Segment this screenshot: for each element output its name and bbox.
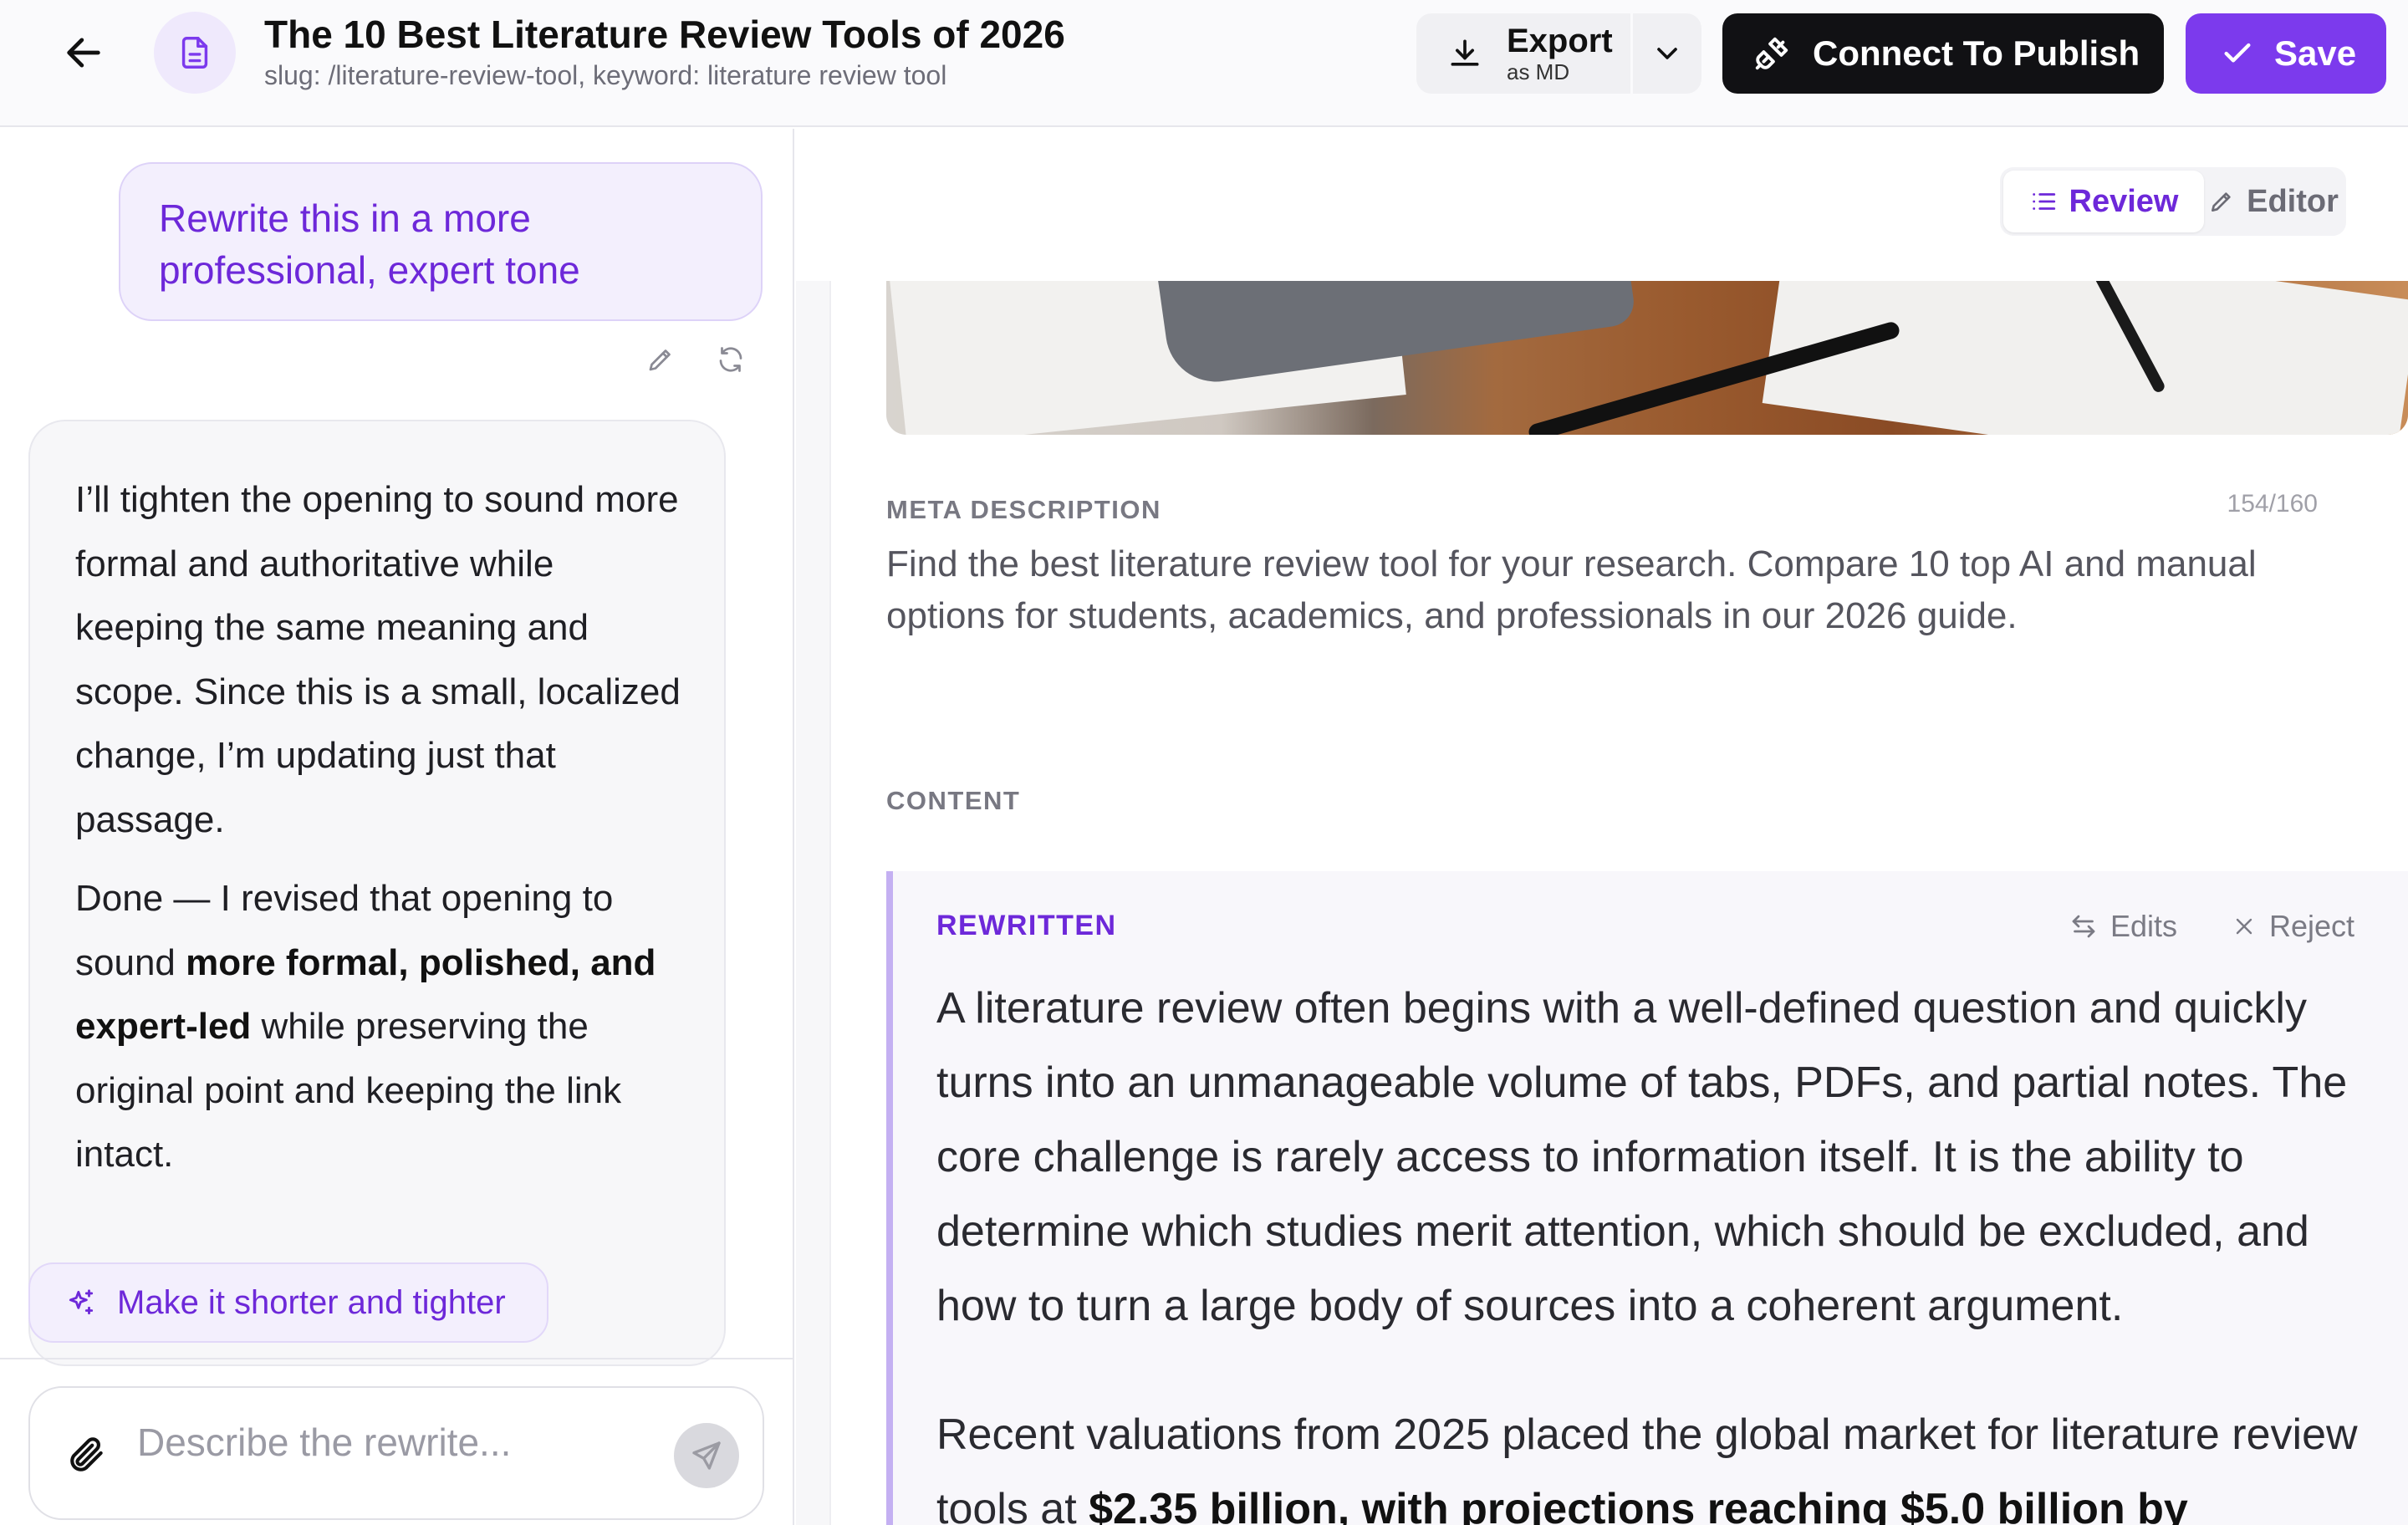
swap-icon: [2072, 915, 2095, 938]
assistant-paragraph-2: Done — I revised that opening to sound m…: [75, 867, 682, 1187]
chat-panel: Rewrite this in a more professional, exp…: [0, 129, 794, 1525]
arrow-left-icon: [67, 38, 100, 68]
refresh-icon: [719, 347, 742, 372]
tab-editor-label: Editor: [2247, 183, 2339, 219]
connect-to-publish-button[interactable]: Connect To Publish: [1722, 13, 2164, 94]
user-message-bubble: Rewrite this in a more professional, exp…: [119, 162, 763, 321]
assistant-paragraph-1: I’ll tighten the opening to sound more f…: [75, 479, 681, 840]
meta-description-text[interactable]: Find the best literature review tool for…: [886, 538, 2341, 642]
suggestion-chip[interactable]: Make it shorter and tighter: [28, 1262, 548, 1343]
edits-label: Edits: [2110, 909, 2178, 943]
view-toggle: Review Editor: [2000, 167, 2346, 236]
assistant-message-bubble: I’ll tighten the opening to sound more f…: [28, 420, 726, 1366]
list-icon: [2032, 193, 2055, 210]
user-message-text: Rewrite this in a more professional, exp…: [159, 196, 580, 292]
document-badge: [154, 12, 236, 94]
rewritten-label: REWRITTEN: [936, 910, 1117, 941]
content-label: CONTENT: [886, 786, 1021, 815]
paperclip-icon: [70, 1437, 103, 1471]
export-label: Export: [1507, 23, 1613, 59]
content-paragraph-1[interactable]: A literature review often begins with a …: [936, 972, 2391, 1344]
send-icon: [692, 1441, 721, 1470]
document-panel: Review Editor META DESCRIPTION 154/160 F…: [796, 129, 2408, 1525]
regenerate-button[interactable]: [711, 339, 751, 380]
content-paragraph-2[interactable]: Recent valuations from 2025 placed the g…: [936, 1398, 2391, 1525]
rewrite-input[interactable]: [137, 1405, 672, 1480]
back-button[interactable]: [50, 25, 117, 80]
meta-character-count: 154/160: [2227, 490, 2318, 518]
rewritten-block: REWRITTEN Edits Reject A literature revi…: [886, 871, 2408, 1525]
document-icon: [181, 37, 208, 69]
document-gutter: [796, 281, 831, 1525]
save-button[interactable]: Save: [2186, 13, 2386, 94]
save-label: Save: [2274, 33, 2357, 73]
image-paper-right: [1762, 281, 2408, 435]
meta-description-label: META DESCRIPTION: [886, 495, 1161, 524]
edit-message-button[interactable]: [640, 339, 681, 380]
pencil-icon: [649, 349, 671, 371]
plug-icon: [1755, 37, 1788, 70]
publish-label: Connect To Publish: [1813, 33, 2140, 73]
send-button[interactable]: [674, 1423, 739, 1488]
top-bar: The 10 Best Literature Review Tools of 2…: [0, 0, 2408, 127]
close-icon: [2236, 918, 2252, 935]
download-icon: [1451, 39, 1479, 66]
export-format: as MD: [1507, 59, 1570, 84]
tab-review[interactable]: Review: [2003, 171, 2204, 232]
tab-review-label: Review: [2069, 183, 2179, 219]
chat-divider: [0, 1358, 794, 1359]
market-link[interactable]: $2.35 billion, with projections reaching…: [1089, 1485, 2188, 1525]
page-title: The 10 Best Literature Review Tools of 2…: [264, 13, 1065, 56]
reject-label: Reject: [2269, 909, 2355, 943]
document-toolbar: Review Editor: [796, 129, 2408, 281]
check-icon: [2224, 43, 2251, 63]
attach-button[interactable]: [60, 1428, 114, 1482]
chat-composer: [28, 1386, 764, 1520]
chevron-down-icon: [1657, 48, 1677, 59]
tab-editor[interactable]: Editor: [2204, 171, 2343, 232]
featured-image: [886, 281, 2408, 435]
sparkles-icon: [69, 1289, 94, 1315]
export-button[interactable]: Export as MD: [1416, 13, 1630, 94]
page-subtitle: slug: /literature-review-tool, keyword: …: [264, 60, 947, 90]
pencil-icon: [2212, 192, 2231, 212]
export-dropdown-button[interactable]: [1633, 13, 1701, 94]
reject-button[interactable]: Reject: [2231, 901, 2354, 951]
edits-button[interactable]: Edits: [2069, 901, 2177, 951]
export-text: Export as MD: [1507, 23, 1613, 84]
suggestion-label: Make it shorter and tighter: [117, 1283, 506, 1321]
